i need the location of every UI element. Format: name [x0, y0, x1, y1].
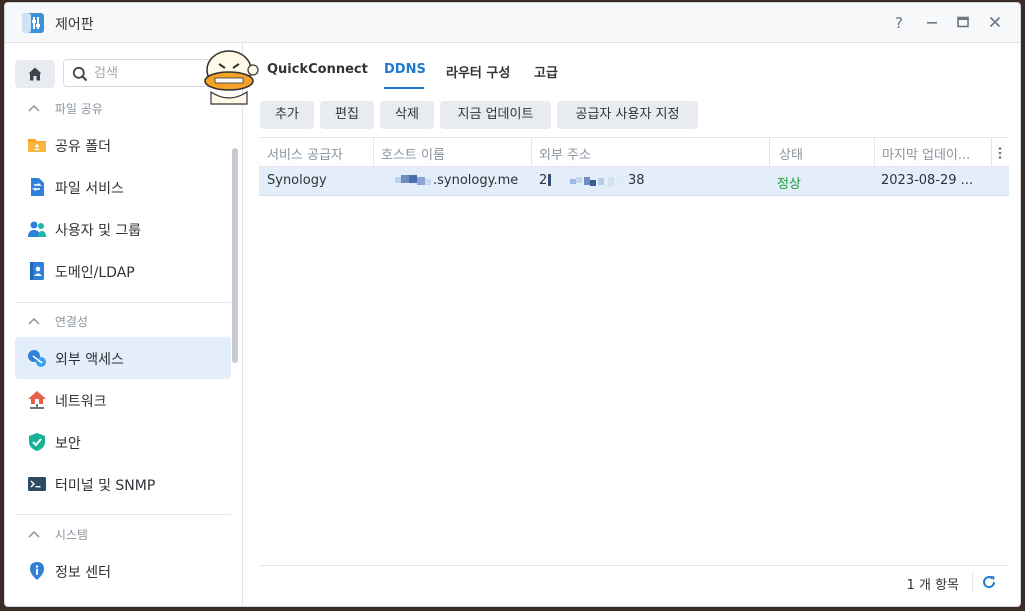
grid-header: 서비스 공급자 호스트 이름 외부 주소 상태 마지막 업데이... — [259, 137, 1009, 167]
sidebar-item-label: 네트워크 — [55, 394, 107, 410]
column-separator[interactable] — [769, 138, 770, 167]
tab-router-config[interactable]: 라우터 구성 — [446, 62, 510, 81]
sidebar-item-label: 사용자 및 그룹 — [55, 223, 142, 239]
control-panel-window: 제어판 ? 파일 공유 — [4, 2, 1021, 607]
close-button[interactable] — [983, 11, 1007, 35]
search-input[interactable] — [94, 64, 218, 82]
chevron-up-icon — [28, 104, 40, 112]
external-access-icon — [28, 350, 46, 367]
redacted-hostname-prefix — [395, 173, 433, 189]
section-label: 연결성 — [54, 315, 88, 329]
sidebar-item-label: 도메인/LDAP — [55, 265, 135, 281]
sidebar-item-network[interactable]: 네트워크 — [15, 379, 231, 421]
sidebar-item-terminal-snmp[interactable]: 터미널 및 SNMP — [15, 463, 231, 505]
sidebar-item-label: 보안 — [55, 436, 81, 452]
column-separator[interactable] — [874, 138, 875, 167]
section-connectivity-header[interactable]: 연결성 — [27, 313, 88, 333]
delete-button[interactable]: 삭제 — [380, 101, 434, 129]
item-count: 1 개 항목 — [906, 578, 959, 593]
section-system-header[interactable]: 시스템 — [27, 526, 88, 546]
grid-footer: 1 개 항목 — [259, 565, 1009, 597]
sidebar-item-shared-folder[interactable]: 공유 폴더 — [15, 124, 231, 166]
redaction-patch — [365, 196, 431, 206]
control-panel-app-icon — [22, 13, 44, 33]
edit-button[interactable]: 편집 — [320, 101, 374, 129]
window-title: 제어판 — [55, 17, 94, 33]
table-row[interactable]: Synology .synology.me 2 38 정상 2023-08-29… — [259, 167, 1009, 196]
column-header-external-address[interactable]: 외부 주소 — [539, 144, 591, 163]
column-separator[interactable] — [373, 138, 374, 167]
home-icon — [28, 67, 42, 81]
footer-divider — [972, 572, 973, 592]
cell-status: 정상 — [777, 177, 801, 192]
customize-provider-button[interactable]: 공급자 사용자 지정 — [557, 101, 698, 129]
section-label: 파일 공유 — [54, 102, 103, 116]
column-header-hostname[interactable]: 호스트 이름 — [381, 144, 445, 163]
cell-address-start: 2 — [539, 173, 548, 188]
maximize-icon — [957, 16, 969, 28]
column-header-status[interactable]: 상태 — [779, 144, 803, 163]
shared-folder-icon — [28, 139, 46, 152]
close-icon — [989, 16, 1001, 28]
main-panel: QuickConnect DDNS 라우터 구성 고급 추가 편집 삭제 지금 … — [244, 43, 1020, 606]
search-icon — [72, 66, 88, 82]
title-bar: 제어판 ? — [5, 3, 1020, 43]
sidebar-item-domain-ldap[interactable]: 도메인/LDAP — [15, 250, 231, 292]
cell-hostname: .synology.me — [433, 173, 519, 188]
sidebar-item-user-group[interactable]: 사용자 및 그룹 — [15, 208, 231, 250]
column-header-last-update[interactable]: 마지막 업데이... — [882, 144, 970, 163]
maximize-button[interactable] — [951, 11, 975, 35]
sidebar: 파일 공유 공유 폴더 파일 서비스 사 — [5, 43, 243, 606]
refresh-icon[interactable] — [981, 574, 997, 590]
column-menu-icon[interactable] — [996, 146, 1004, 160]
sidebar-item-label: 정보 센터 — [55, 565, 111, 581]
minimize-button[interactable] — [920, 11, 944, 35]
tab-advanced[interactable]: 고급 — [534, 62, 558, 81]
section-label: 시스템 — [54, 528, 88, 542]
update-now-button[interactable]: 지금 업데이트 — [440, 101, 551, 129]
column-separator[interactable] — [531, 138, 532, 167]
sidebar-item-label: 파일 서비스 — [55, 181, 124, 197]
section-divider — [15, 514, 231, 515]
redacted-address-middle — [548, 174, 628, 188]
network-icon — [28, 391, 46, 409]
chevron-up-icon — [28, 530, 40, 538]
section-file-sharing-header[interactable]: 파일 공유 — [27, 100, 103, 120]
sidebar-item-label: 외부 액세스 — [55, 352, 124, 368]
sidebar-item-file-services[interactable]: 파일 서비스 — [15, 166, 231, 208]
sidebar-item-info-center[interactable]: 정보 센터 — [15, 550, 231, 592]
sidebar-item-external-access[interactable]: 외부 액세스 — [15, 337, 231, 379]
add-button[interactable]: 추가 — [260, 101, 314, 129]
sidebar-scrollbar[interactable] — [232, 148, 238, 363]
tab-quickconnect[interactable]: QuickConnect — [267, 62, 368, 77]
domain-ldap-icon — [30, 262, 44, 280]
cell-last-update: 2023-08-29 ... — [881, 173, 974, 188]
terminal-icon — [28, 477, 46, 491]
security-shield-icon — [29, 433, 45, 451]
minimize-icon — [927, 22, 937, 24]
sidebar-item-security[interactable]: 보안 — [15, 421, 231, 463]
cell-address-end: 38 — [628, 173, 645, 188]
user-group-icon — [28, 221, 46, 237]
column-separator[interactable] — [991, 138, 992, 167]
sidebar-item-label: 공유 폴더 — [55, 139, 111, 155]
help-button[interactable]: ? — [887, 11, 911, 35]
tab-ddns[interactable]: DDNS — [384, 62, 426, 77]
chevron-up-icon — [28, 317, 40, 325]
section-divider — [15, 302, 231, 303]
cell-provider: Synology — [267, 173, 327, 188]
file-services-icon — [31, 178, 44, 196]
home-button[interactable] — [15, 60, 55, 88]
info-center-icon — [30, 562, 44, 580]
active-tab-indicator — [384, 87, 424, 89]
column-header-provider[interactable]: 서비스 공급자 — [267, 144, 343, 163]
sidebar-item-label: 터미널 및 SNMP — [55, 478, 156, 494]
